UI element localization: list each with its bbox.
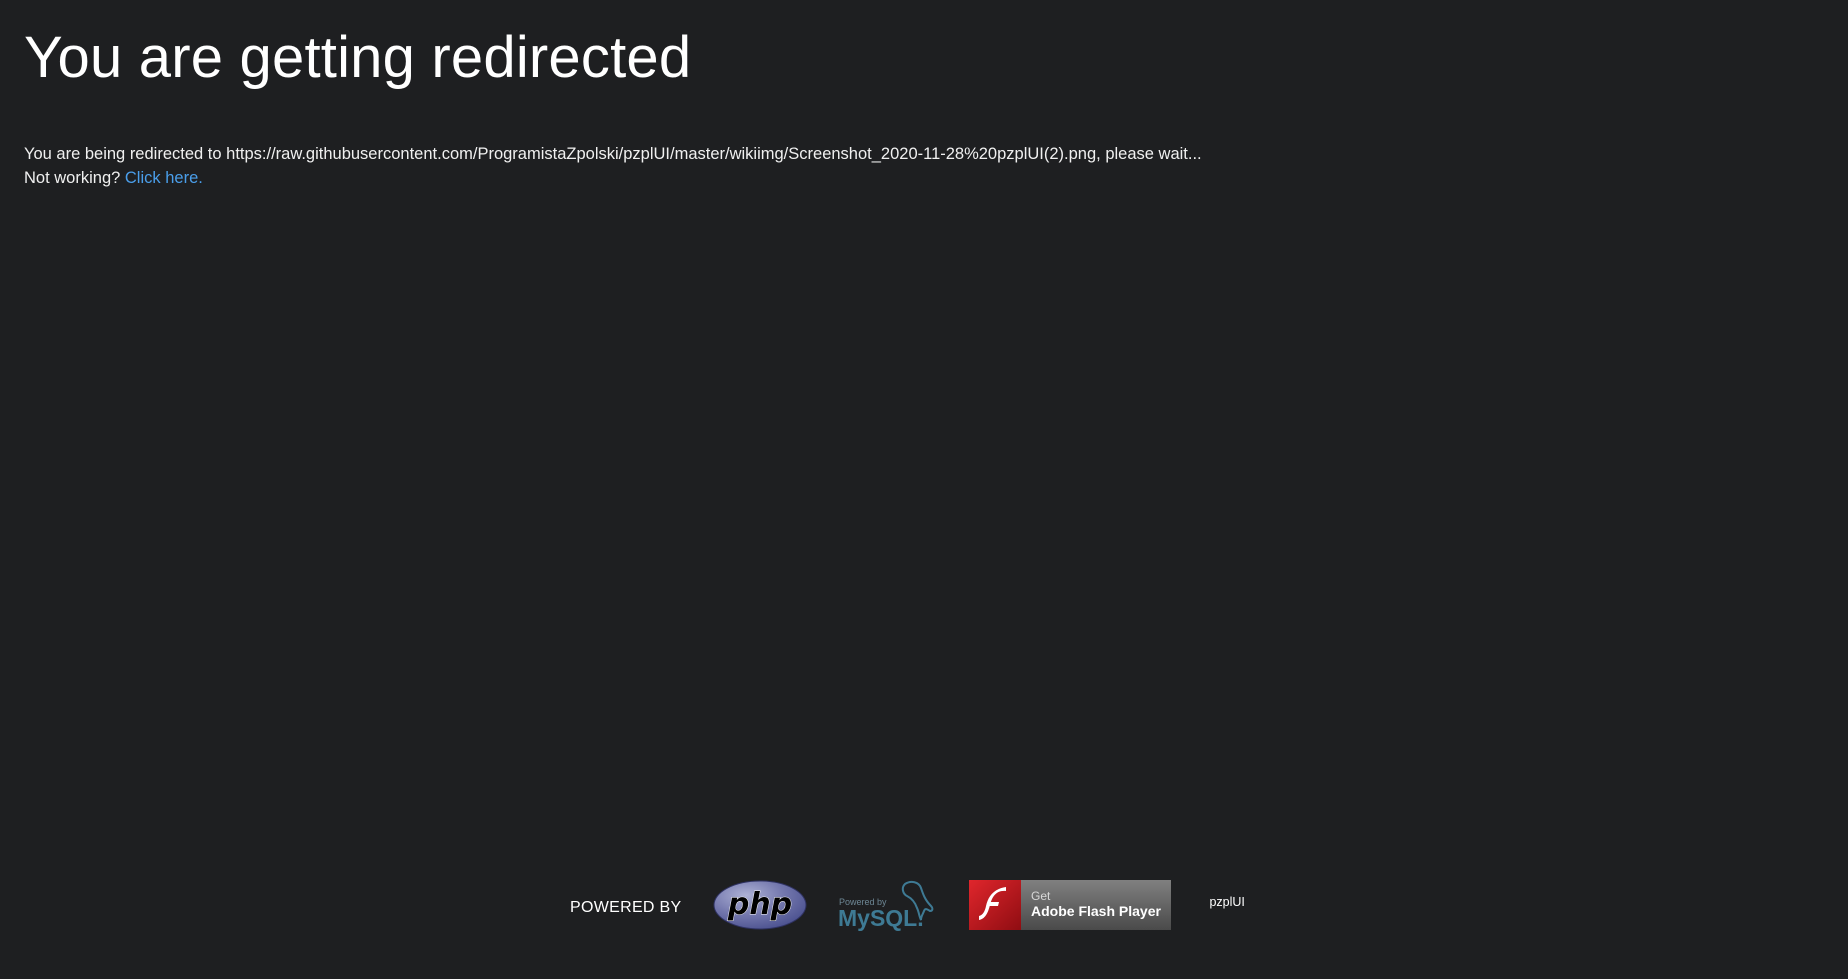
redirect-message: You are being redirected to https://raw.… bbox=[24, 142, 1524, 166]
fallback-message: Not working? Click here. bbox=[24, 166, 1524, 190]
footer: POWERED BY php Powered by MySQL. Get Ado… bbox=[570, 878, 1245, 932]
redirect-content: You are getting redirected You are being… bbox=[24, 22, 1524, 190]
click-here-link[interactable]: Click here. bbox=[125, 169, 203, 187]
redirect-suffix: , please wait... bbox=[1096, 145, 1202, 163]
adobe-flash-badge[interactable]: Get Adobe Flash Player bbox=[969, 880, 1172, 930]
powered-by-label: POWERED BY bbox=[570, 899, 682, 916]
flash-get-text: Get bbox=[1031, 889, 1051, 903]
redirect-prefix: You are being redirected to bbox=[24, 145, 222, 163]
php-logo[interactable]: php bbox=[713, 880, 807, 930]
mysql-logo[interactable]: Powered by MySQL. bbox=[837, 878, 937, 932]
redirect-url: https://raw.githubusercontent.com/Progra… bbox=[226, 145, 1097, 163]
php-logo-text: php bbox=[727, 887, 792, 922]
flash-label-text: Adobe Flash Player bbox=[1031, 903, 1161, 919]
not-working-label: Not working? bbox=[24, 169, 121, 187]
app-name-label: pzplUI bbox=[1209, 895, 1245, 909]
page-title: You are getting redirected bbox=[24, 25, 692, 90]
mysql-logo-text: MySQL. bbox=[838, 905, 924, 931]
